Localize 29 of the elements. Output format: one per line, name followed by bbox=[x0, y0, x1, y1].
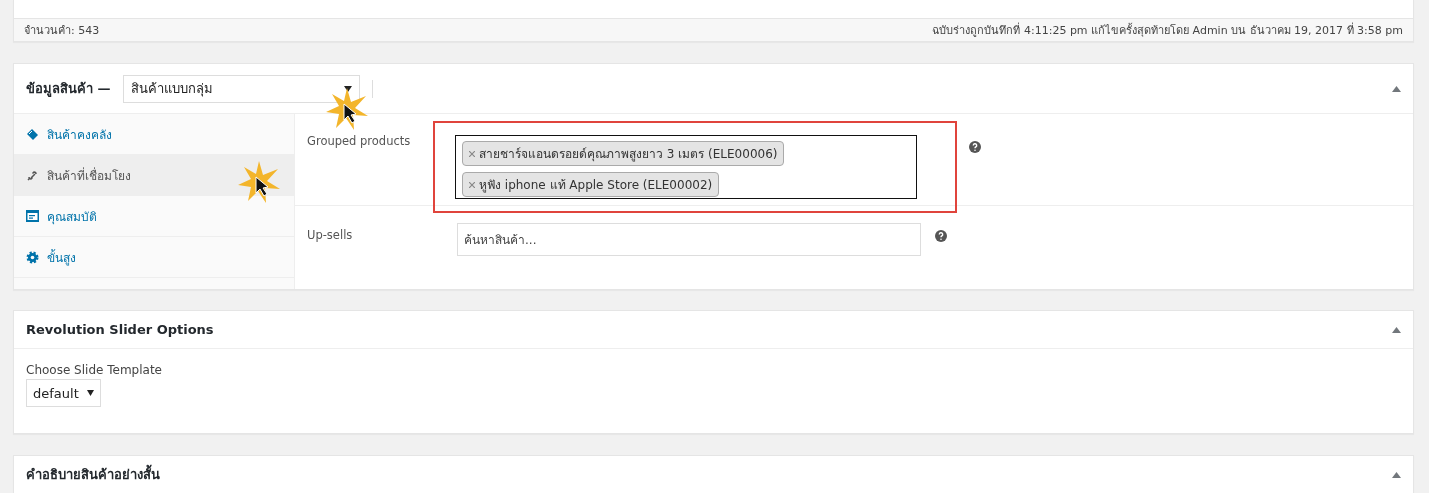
product-tag[interactable]: สายชาร์จแอนดรอยด์คุณภาพสูงยาว 3 เมตร (ELE00006) bbox=[462, 141, 785, 166]
template-select[interactable]: default bbox=[26, 379, 101, 407]
link-icon bbox=[26, 168, 39, 182]
panel-title: คำอธิบายสินค้าอย่างสั้น bbox=[26, 464, 160, 485]
sidebar-tab[interactable]: ขั้นสูง bbox=[14, 237, 294, 278]
word-count: จำนวนคำ: 543 bbox=[24, 23, 100, 39]
panel-title: Revolution Slider Options bbox=[26, 322, 214, 337]
collapse-icon[interactable] bbox=[1392, 326, 1401, 333]
product-tag[interactable]: หูฟัง iphone แท้ Apple Store (ELE00002) bbox=[462, 172, 720, 197]
field-label: Choose Slide Template bbox=[26, 363, 162, 377]
help-icon[interactable] bbox=[969, 141, 981, 153]
settings-icon bbox=[26, 250, 39, 264]
field-label: Grouped products bbox=[307, 133, 412, 148]
draft-status: ฉบับร่างถูกบันทึกที่ 4:11:25 pm แก้ไขครั้งสุดท้ายโดย Admin บน ธันวาคม 19, 2017 ที่ 3:58 pm bbox=[932, 21, 1403, 39]
field-label: Up-sells bbox=[307, 227, 354, 242]
remove-icon bbox=[469, 150, 475, 157]
list-icon bbox=[26, 210, 39, 222]
product-tags-field[interactable]: สายชาร์จแอนดรอยด์คุณภาพสูงยาว 3 เมตร (ELE00006) หูฟัง iphone แท้ Apple Store (ELE00002) bbox=[455, 135, 917, 199]
search-field[interactable]: ค้นหาสินค้า... bbox=[457, 223, 921, 256]
caret-icon bbox=[343, 85, 352, 92]
collapse-icon[interactable] bbox=[1392, 85, 1401, 92]
panel-title: ข้อมูลสินค้า — bbox=[26, 80, 111, 99]
remove-icon bbox=[469, 181, 475, 188]
sidebar-tab[interactable]: คุณสมบัติ bbox=[14, 196, 294, 237]
caret-icon bbox=[86, 390, 94, 396]
tag-icon bbox=[26, 127, 39, 141]
collapse-icon[interactable] bbox=[1392, 471, 1401, 478]
product-type-select[interactable]: สินค้าแบบกลุ่ม bbox=[122, 74, 360, 103]
help-icon[interactable] bbox=[935, 230, 947, 242]
